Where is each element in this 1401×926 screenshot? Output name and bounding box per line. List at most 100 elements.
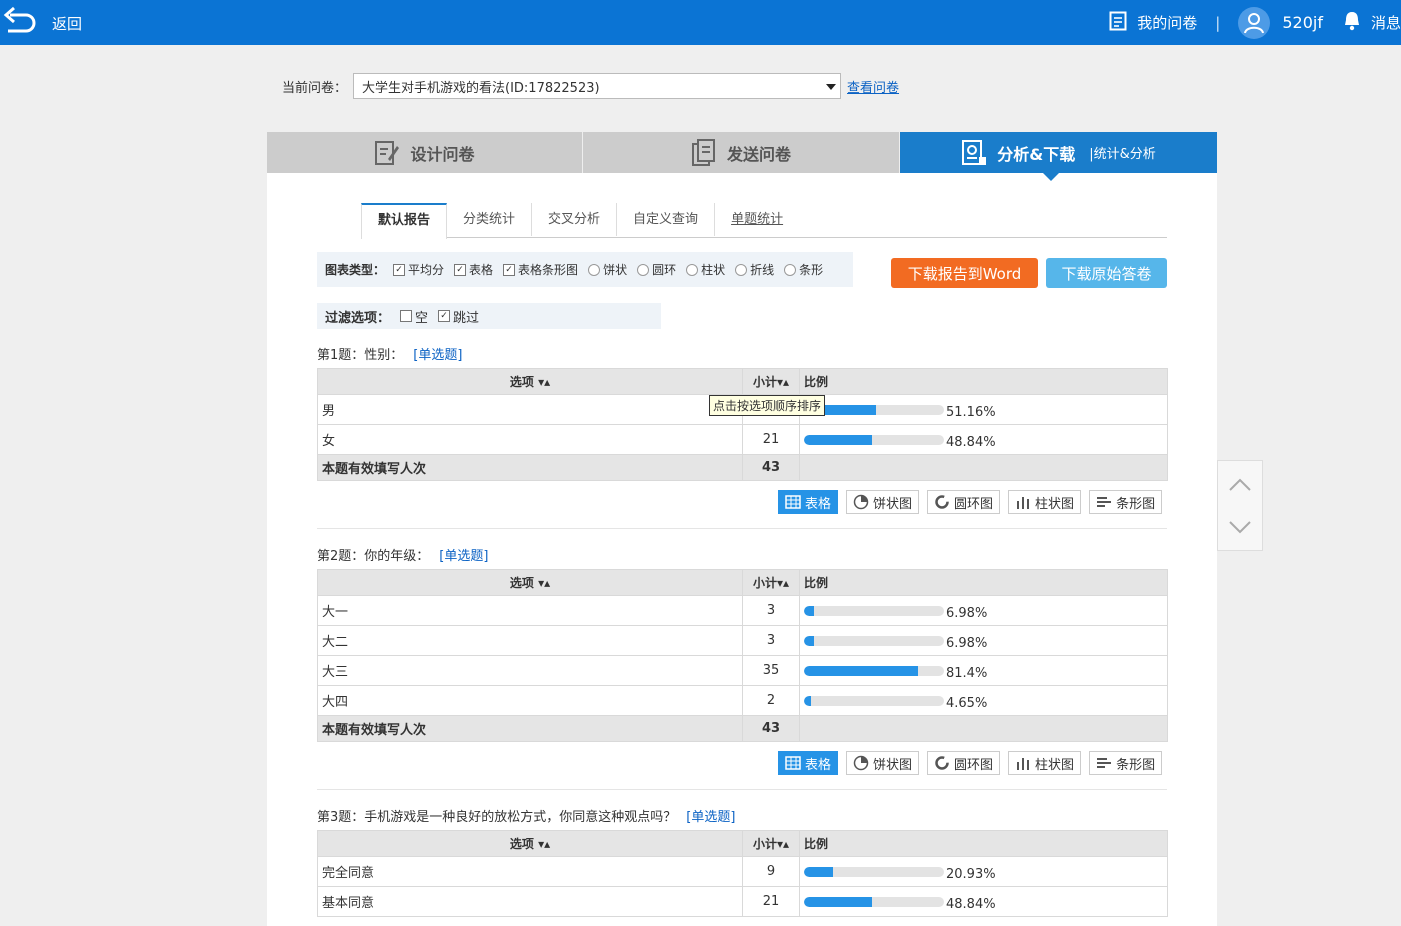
option-label: 折线 — [750, 263, 775, 277]
view-donut-button[interactable]: 圆环图 — [927, 490, 1001, 514]
radio[interactable] — [637, 263, 650, 276]
option-pie[interactable]: 饼状 — [588, 261, 627, 278]
count-cell: 21 — [742, 886, 800, 917]
ratio-bar — [804, 605, 944, 616]
report-subtabs: 默认报告 分类统计 交叉分析 自定义查询 单题统计 — [361, 203, 1167, 239]
pie-icon — [853, 494, 869, 510]
my-surveys-link[interactable]: 我的问卷 — [1109, 11, 1197, 35]
option-label: 跳过 — [453, 310, 480, 326]
tab-single-question[interactable]: 单题统计 — [715, 203, 799, 236]
step-tabs: 设计问卷 发送问卷 分析&下载 |统计&分析 — [267, 132, 1217, 181]
dropdown-caret-icon — [826, 84, 837, 90]
count-cell: 21 — [742, 424, 800, 455]
view-bar-button[interactable]: 条形图 — [1089, 490, 1163, 514]
view-pie-button[interactable]: 饼状图 — [846, 490, 920, 514]
checkbox-checked[interactable]: ✓ — [393, 263, 406, 276]
total-empty — [799, 715, 1168, 742]
option-label: 条形 — [799, 263, 824, 277]
back-button[interactable]: 返回 — [2, 5, 82, 41]
checkbox-checked[interactable]: ✓ — [454, 263, 467, 276]
view-column-button[interactable]: 柱状图 — [1008, 751, 1082, 775]
download-raw-button[interactable]: 下载原始答卷 — [1046, 258, 1167, 288]
view-survey-link[interactable]: 查看问卷 — [847, 77, 899, 96]
question-title: 第1题：性别： [单选题] — [317, 344, 462, 363]
total-row: 本题有效填写人次 43 — [317, 454, 1168, 481]
header-label: 小计 — [752, 375, 777, 389]
tab-default-report[interactable]: 默认报告 — [361, 203, 448, 239]
filter-skip[interactable]: ✓ 跳过 — [438, 307, 479, 326]
view-label: 饼状图 — [873, 496, 913, 512]
radio[interactable] — [686, 263, 699, 276]
ratio-bar-fill — [804, 695, 811, 706]
option-cell: 女 — [317, 424, 743, 455]
col-option-header[interactable]: 选项 ▾▴ — [317, 368, 743, 395]
col-count-header[interactable]: 小计▾▴ — [742, 368, 800, 395]
survey-select[interactable]: 大学生对手机游戏的看法(ID:17822523) — [353, 73, 842, 99]
col-count-header[interactable]: 小计▾▴ — [742, 830, 800, 857]
col-ratio-header: 比例 — [799, 368, 1168, 395]
step-analysis-label: 分析&下载 — [997, 144, 1076, 164]
col-option-header[interactable]: 选项 ▾▴ — [317, 569, 743, 596]
option-cell: 大二 — [317, 625, 743, 656]
radio[interactable] — [735, 263, 748, 276]
ratio-cell: 6.98% — [799, 595, 1168, 626]
column-chart-icon — [1017, 758, 1030, 770]
view-column-button[interactable]: 柱状图 — [1008, 490, 1082, 514]
view-donut-button[interactable]: 圆环图 — [927, 751, 1001, 775]
step-design[interactable]: 设计问卷 — [267, 132, 583, 173]
tab-cross-analysis[interactable]: 交叉分析 — [532, 203, 618, 236]
option-label: 饼状 — [603, 263, 628, 277]
scroll-down-button[interactable] — [1228, 515, 1252, 539]
view-bar-button[interactable]: 条形图 — [1089, 751, 1163, 775]
divider — [317, 789, 1167, 790]
option-donut[interactable]: 圆环 — [637, 261, 676, 278]
username[interactable]: 520jf — [1282, 13, 1323, 32]
option-bar[interactable]: 条形 — [784, 261, 823, 278]
ratio-bar-fill — [804, 866, 834, 877]
option-line[interactable]: 折线 — [735, 261, 774, 278]
document-icon — [1109, 11, 1127, 35]
option-average[interactable]: ✓ 平均分 — [393, 261, 444, 278]
view-table-button[interactable]: 表格 — [778, 490, 839, 514]
messages-link[interactable]: 消息 — [1371, 12, 1401, 33]
avatar[interactable] — [1238, 6, 1271, 39]
header-label: 选项 — [509, 375, 534, 389]
tab-category-stats[interactable]: 分类统计 — [447, 203, 533, 236]
total-count: 43 — [742, 454, 800, 481]
main-panel: 设计问卷 发送问卷 分析&下载 |统计&分析 默认报告 分类统计 交叉分析 自定… — [267, 132, 1217, 926]
radio[interactable] — [588, 263, 601, 276]
checkbox-unchecked[interactable] — [400, 310, 413, 322]
option-table-bar[interactable]: ✓ 表格条形图 — [503, 261, 578, 278]
ratio-percent: 51.16% — [946, 405, 996, 420]
download-word-button[interactable]: 下载报告到Word — [891, 258, 1038, 288]
table-row: 女 21 48.84% — [317, 424, 1168, 455]
view-pie-button[interactable]: 饼状图 — [846, 751, 920, 775]
header-label: 选项 — [509, 576, 534, 590]
bell-icon[interactable] — [1343, 11, 1361, 35]
ratio-bar-fill — [804, 635, 814, 646]
col-option-header[interactable]: 选项 ▾▴ — [317, 830, 743, 857]
sort-tooltip: 点击按选项顺序排序 — [709, 395, 826, 416]
option-table[interactable]: ✓ 表格 — [454, 261, 493, 278]
ratio-percent: 20.93% — [946, 867, 996, 882]
filter-label: 过滤选项： — [325, 310, 391, 326]
filter-empty[interactable]: 空 — [400, 307, 428, 326]
radio[interactable] — [784, 263, 797, 276]
option-column[interactable]: 柱状 — [686, 261, 725, 278]
tab-custom-query[interactable]: 自定义查询 — [617, 203, 716, 236]
checkbox-checked[interactable]: ✓ — [503, 263, 516, 276]
option-label: 柱状 — [701, 263, 726, 277]
ratio-bar — [804, 434, 944, 445]
scroll-up-button[interactable] — [1228, 473, 1252, 497]
view-label: 表格 — [805, 757, 832, 773]
view-table-button[interactable]: 表格 — [778, 751, 839, 775]
step-analysis-sub: |统计&分析 — [1089, 147, 1156, 162]
checkbox-checked[interactable]: ✓ — [438, 310, 451, 322]
step-analysis[interactable]: 分析&下载 |统计&分析 — [900, 132, 1217, 181]
my-surveys-label: 我的问卷 — [1137, 14, 1198, 32]
step-send[interactable]: 发送问卷 — [583, 132, 900, 173]
table-row: 大一 3 6.98% — [317, 595, 1168, 626]
count-cell: 3 — [742, 625, 800, 656]
header-label: 小计 — [752, 576, 777, 590]
col-count-header[interactable]: 小计▾▴ — [742, 569, 800, 596]
